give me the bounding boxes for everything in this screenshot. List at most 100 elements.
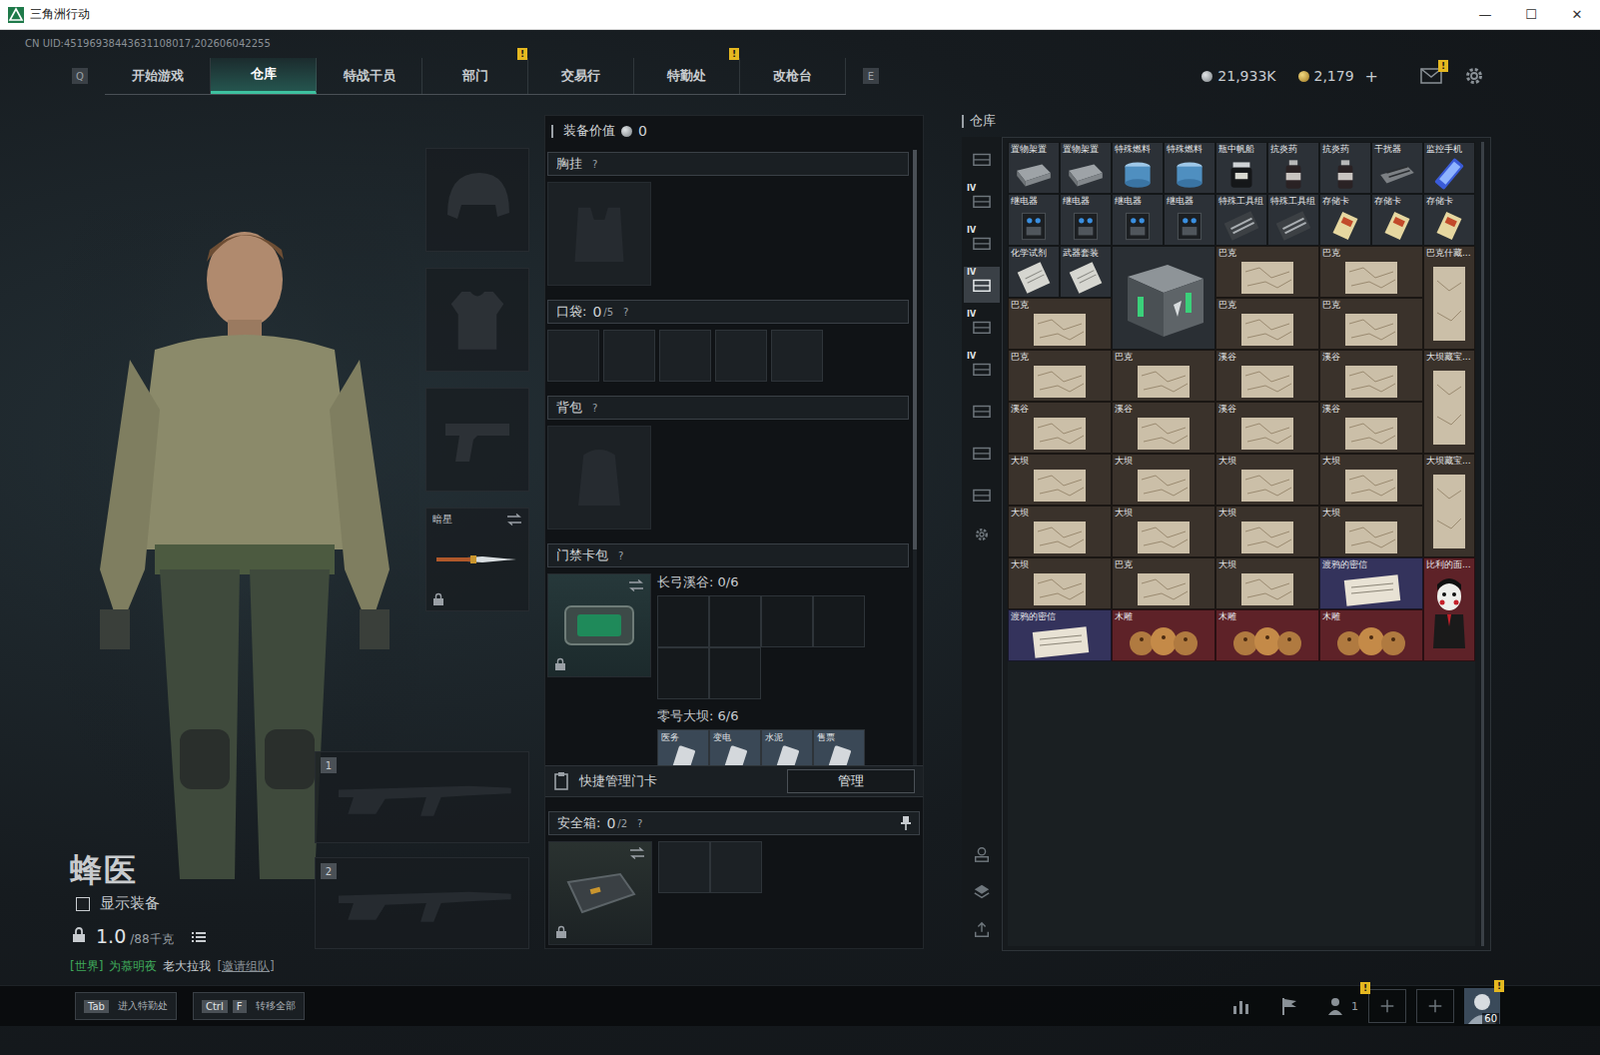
- pocket-slot[interactable]: [547, 329, 600, 382]
- warehouse-item[interactable]: 继电器: [1059, 193, 1112, 246]
- add-currency-button[interactable]: +: [1365, 66, 1379, 86]
- prev-key[interactable]: Q: [71, 67, 88, 84]
- pin-icon[interactable]: [900, 815, 911, 830]
- warehouse-tab[interactable]: IV: [963, 308, 1000, 345]
- warehouse-item[interactable]: 溪谷: [1111, 401, 1216, 454]
- warehouse-item[interactable]: 大坝: [1007, 557, 1112, 610]
- warehouse-item[interactable]: 抗炎药: [1267, 141, 1320, 194]
- swap-icon[interactable]: [629, 846, 646, 859]
- warehouse-item[interactable]: 置物架置: [1007, 141, 1060, 194]
- warehouse-item[interactable]: 溪谷: [1215, 349, 1320, 402]
- warehouse-item[interactable]: 渡鸦的密信: [1007, 609, 1112, 662]
- flag-icon[interactable]: [1279, 995, 1300, 1016]
- warehouse-item[interactable]: 巴克: [1319, 297, 1424, 350]
- warehouse-tab[interactable]: [963, 140, 1000, 177]
- keycard-slot[interactable]: 水泥: [761, 729, 813, 766]
- warehouse-item[interactable]: 溪谷: [1319, 401, 1424, 454]
- warehouse-item[interactable]: 木雕: [1215, 609, 1320, 662]
- main-tab[interactable]: 仓库: [210, 57, 317, 94]
- warehouse-tab[interactable]: [963, 434, 1000, 471]
- safe-box-cell[interactable]: [658, 840, 711, 893]
- warehouse-item[interactable]: 大坝: [1007, 453, 1112, 506]
- warehouse-item[interactable]: 继电器: [1007, 193, 1060, 246]
- warehouse-item[interactable]: 置物架置: [1059, 141, 1112, 194]
- stats-chart-icon[interactable]: [1231, 995, 1252, 1016]
- warehouse-item[interactable]: 木雕: [1319, 609, 1424, 662]
- pocket-slot[interactable]: [771, 329, 823, 382]
- warehouse-item[interactable]: 抗炎药: [1319, 141, 1372, 194]
- mail-button[interactable]: !: [1420, 67, 1443, 84]
- helmet-slot[interactable]: [425, 147, 530, 252]
- warehouse-tab[interactable]: [963, 476, 1000, 513]
- keycard-slot[interactable]: [709, 647, 762, 700]
- warehouse-item[interactable]: 大坝藏宝...: [1423, 453, 1476, 558]
- warehouse-item[interactable]: 大坝: [1319, 505, 1424, 558]
- swap-icon[interactable]: [506, 513, 523, 526]
- warehouse-scrollbar[interactable]: [1481, 141, 1485, 946]
- warehouse-item[interactable]: 存储卡: [1371, 193, 1424, 246]
- armor-slot[interactable]: [425, 267, 530, 372]
- warehouse-item[interactable]: 巴克什藏...: [1423, 245, 1476, 350]
- help-icon[interactable]: ?: [618, 550, 624, 562]
- warehouse-item[interactable]: 大坝: [1215, 453, 1320, 506]
- warehouse-item[interactable]: 存储卡: [1319, 193, 1372, 246]
- warehouse-item[interactable]: 溪谷: [1319, 349, 1424, 402]
- keycard-slot[interactable]: [761, 595, 813, 648]
- pocket-slot[interactable]: [715, 329, 768, 382]
- pocket-slot[interactable]: [659, 329, 712, 382]
- hotkey-button[interactable]: Tab进入特勤处: [74, 991, 177, 1020]
- help-icon[interactable]: ?: [623, 306, 629, 318]
- main-tab[interactable]: 改枪台: [740, 57, 846, 94]
- help-icon[interactable]: ?: [592, 402, 598, 414]
- warehouse-item[interactable]: 特殊工具组: [1215, 193, 1268, 246]
- scroll-thumb[interactable]: [912, 149, 917, 550]
- warehouse-item[interactable]: 监控手机: [1423, 141, 1476, 194]
- operator-icon[interactable]: [972, 844, 991, 863]
- warehouse-item[interactable]: 特殊燃料: [1163, 141, 1216, 194]
- warehouse-item[interactable]: 巴克: [1111, 349, 1216, 402]
- sort-icon[interactable]: [972, 920, 991, 939]
- show-equipment-toggle[interactable]: 显示装备: [75, 893, 315, 913]
- friends-button[interactable]: 1!: [1327, 995, 1359, 1016]
- warehouse-settings-gear-icon[interactable]: [973, 526, 990, 543]
- list-icon[interactable]: [191, 930, 206, 943]
- warehouse-item[interactable]: 干扰器: [1371, 141, 1424, 194]
- warehouse-item[interactable]: 巴克: [1215, 297, 1320, 350]
- swap-icon[interactable]: [628, 579, 645, 592]
- invite-team-link[interactable]: [邀请组队]: [216, 957, 274, 975]
- keycard-slot[interactable]: 售票: [812, 729, 865, 766]
- warehouse-item[interactable]: 存储卡: [1423, 193, 1476, 246]
- pistol-slot[interactable]: [425, 387, 530, 492]
- chat-sender[interactable]: 为慕明夜: [108, 957, 157, 975]
- warehouse-item[interactable]: 大坝: [1111, 505, 1216, 558]
- warehouse-tab[interactable]: IV: [963, 182, 1000, 219]
- weapon-slot[interactable]: 1: [314, 751, 530, 843]
- main-tab[interactable]: 开始游戏: [104, 57, 211, 94]
- keycard-slot[interactable]: [657, 647, 710, 700]
- keycard-slot[interactable]: 医务: [657, 729, 710, 766]
- main-tab[interactable]: 部门 !: [422, 57, 529, 94]
- backpack-slot[interactable]: [547, 425, 652, 530]
- help-icon[interactable]: ?: [637, 817, 643, 829]
- window-control-button[interactable]: —: [1462, 0, 1509, 29]
- next-key[interactable]: E: [862, 67, 879, 84]
- hotkey-button[interactable]: CtrlF转移全部: [192, 991, 305, 1020]
- warehouse-item[interactable]: 大坝: [1319, 453, 1424, 506]
- warehouse-item[interactable]: 大坝: [1215, 557, 1320, 610]
- warehouse-item[interactable]: 巴克: [1007, 297, 1112, 350]
- warehouse-item[interactable]: 溪谷: [1007, 401, 1112, 454]
- melee-slot[interactable]: 暗星: [425, 507, 530, 612]
- keycard-slot[interactable]: 变电: [709, 729, 762, 766]
- warehouse-item[interactable]: 巴克: [1319, 245, 1424, 298]
- window-control-button[interactable]: ✕: [1554, 0, 1600, 29]
- layers-icon[interactable]: [972, 882, 991, 901]
- safe-box-cell[interactable]: [710, 840, 763, 893]
- warehouse-item[interactable]: 大坝: [1111, 453, 1216, 506]
- warehouse-tab[interactable]: IV: [963, 350, 1000, 387]
- team-slot[interactable]: [1416, 988, 1455, 1023]
- warehouse-item[interactable]: 巴克: [1215, 245, 1320, 298]
- warehouse-item[interactable]: 渡鸦的密信: [1319, 557, 1424, 610]
- main-tab[interactable]: 特战干员: [316, 57, 423, 94]
- show-equipment-checkbox[interactable]: [75, 896, 90, 911]
- team-slot[interactable]: [1368, 988, 1407, 1023]
